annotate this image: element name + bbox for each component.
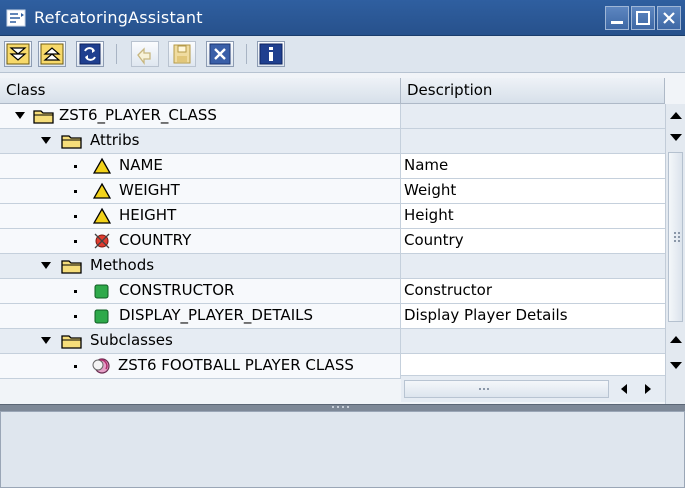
tree-node-label: WEIGHT — [119, 181, 180, 199]
folder-icon — [33, 107, 55, 129]
description-cell: Name — [401, 154, 665, 179]
description-cell — [401, 104, 665, 129]
error-icon — [93, 232, 111, 254]
window-title: RefcatoringAssistant — [34, 8, 203, 27]
warning-icon — [92, 182, 112, 204]
folder-icon — [61, 132, 83, 154]
scroll-up-icon[interactable] — [670, 112, 682, 119]
expand-toggle-icon[interactable] — [41, 337, 51, 344]
detail-pane — [0, 411, 685, 488]
title-bar: RefcatoringAssistant — [0, 0, 685, 36]
tree-node-methods[interactable]: Methods — [0, 254, 665, 279]
class-tree-grid: Class Description ZST6_PLAYER_CLASS Attr… — [0, 73, 685, 404]
tree-node-subclasses[interactable]: Subclasses — [0, 329, 665, 354]
description-cell: Constructor — [401, 279, 665, 304]
save-icon — [173, 44, 191, 64]
ok-status-icon — [94, 307, 110, 329]
tree-node-attrib-name[interactable]: NAME Name — [0, 154, 665, 179]
tree-node-label: COUNTRY — [119, 231, 192, 249]
minimize-icon — [611, 21, 623, 24]
scroll-right-icon[interactable] — [645, 384, 651, 394]
info-button[interactable] — [257, 41, 285, 67]
tree-node-attrib-height[interactable]: HEIGHT Height — [0, 204, 665, 229]
scroll-up-icon[interactable] — [670, 336, 682, 343]
maximize-icon — [636, 11, 650, 25]
toolbar — [0, 36, 685, 73]
close-button[interactable] — [657, 6, 681, 30]
expand-toggle-icon[interactable] — [41, 262, 51, 269]
tree-node-label: Attribs — [90, 131, 140, 149]
tree-node-attrib-weight[interactable]: WEIGHT Weight — [0, 179, 665, 204]
expand-all-icon — [6, 43, 30, 65]
warning-icon — [92, 157, 112, 179]
description-cell: Weight — [401, 179, 665, 204]
ok-status-icon — [94, 282, 110, 304]
tree-node-method-constructor[interactable]: CONSTRUCTOR Constructor — [0, 279, 665, 304]
folder-icon — [61, 257, 83, 279]
maximize-button[interactable] — [631, 6, 655, 30]
subclass-icon — [90, 357, 112, 379]
tree-node-label: Subclasses — [90, 331, 173, 349]
collapse-all-button[interactable] — [38, 41, 66, 67]
tree-node-root[interactable]: ZST6_PLAYER_CLASS — [0, 104, 665, 129]
vertical-scrollbar[interactable] — [665, 104, 685, 404]
tree-node-method-display[interactable]: DISPLAY_PLAYER_DETAILS Display Player De… — [0, 304, 665, 329]
horizontal-scroll-thumb[interactable] — [404, 380, 609, 398]
window-app-icon — [6, 9, 26, 27]
tree-node-attribs[interactable]: Attribs — [0, 129, 665, 154]
description-cell: Display Player Details — [401, 304, 665, 329]
column-header-description[interactable]: Description — [401, 78, 665, 104]
minimize-button[interactable] — [605, 6, 629, 30]
tree-node-label: HEIGHT — [119, 206, 177, 224]
vertical-scroll-thumb[interactable] — [668, 152, 683, 322]
tree-node-label: CONSTRUCTOR — [119, 281, 235, 299]
folder-icon — [61, 332, 83, 354]
save-button[interactable] — [168, 41, 196, 67]
horizontal-scrollbar[interactable] — [401, 376, 665, 402]
tree-node-label: NAME — [119, 156, 163, 174]
tree-node-label: DISPLAY_PLAYER_DETAILS — [119, 306, 313, 324]
scroll-left-icon[interactable] — [621, 384, 627, 394]
pane-splitter[interactable] — [0, 404, 685, 411]
expand-all-button[interactable] — [4, 41, 32, 67]
tree-node-label: ZST6 FOOTBALL PLAYER CLASS — [118, 356, 354, 374]
undo-icon — [137, 47, 151, 65]
refresh-button[interactable] — [76, 41, 104, 67]
warning-icon — [92, 207, 112, 229]
tree-node-label: Methods — [90, 256, 155, 274]
refresh-icon — [79, 43, 101, 65]
tree-node-attrib-country[interactable]: COUNTRY Country — [0, 229, 665, 254]
description-cell: Height — [401, 204, 665, 229]
expand-toggle-icon[interactable] — [41, 137, 51, 144]
description-cell — [401, 354, 665, 376]
tree-node-label: ZST6_PLAYER_CLASS — [59, 106, 217, 124]
undo-button[interactable] — [131, 41, 159, 67]
info-icon — [259, 43, 283, 65]
expand-toggle-icon[interactable] — [15, 112, 25, 119]
cancel-icon — [209, 43, 231, 65]
cancel-button[interactable] — [206, 41, 234, 67]
description-cell: Country — [401, 229, 665, 254]
collapse-all-icon — [40, 43, 64, 65]
close-icon — [663, 12, 675, 24]
column-header-class[interactable]: Class — [0, 78, 401, 104]
scroll-down-icon[interactable] — [670, 362, 682, 369]
scroll-down-icon[interactable] — [670, 134, 682, 141]
